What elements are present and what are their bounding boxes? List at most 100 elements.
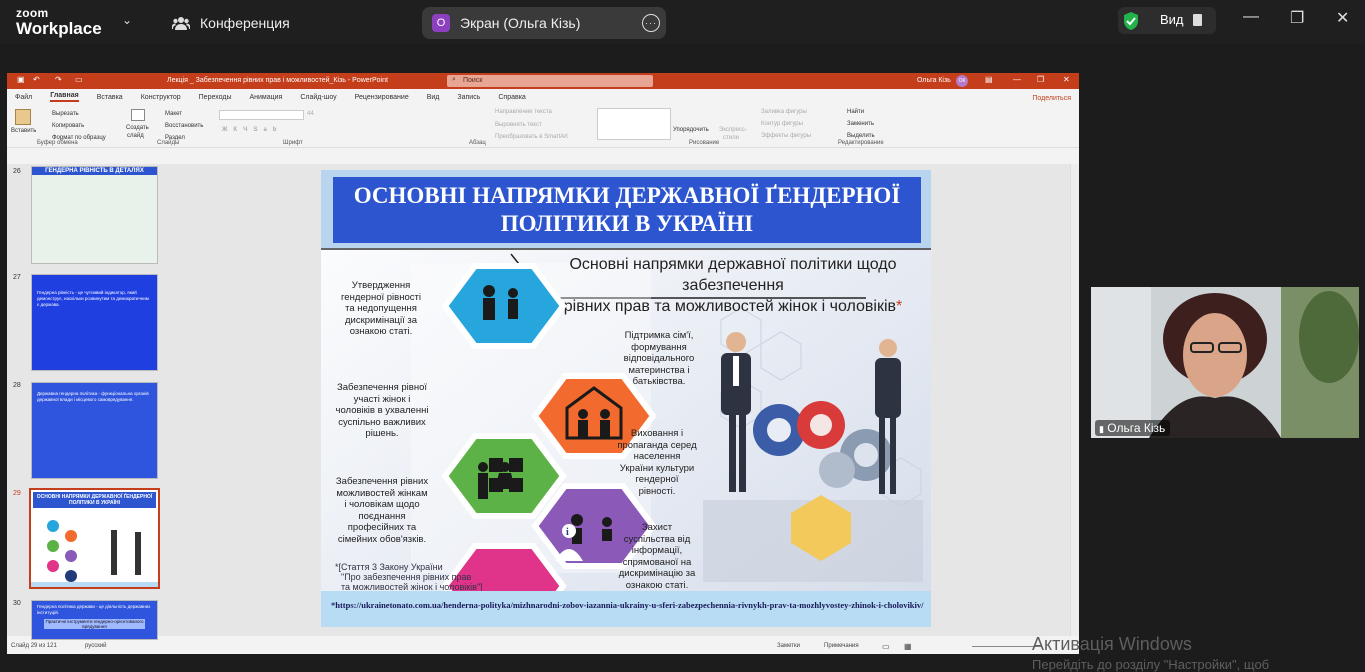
align-text-button[interactable]: Выровнять текст bbox=[495, 122, 542, 128]
user-name: Ольга Кізь bbox=[917, 77, 951, 84]
slide-thumbnail-29[interactable]: ОСНОВНІ НАПРЯМКИ ДЕРЖАВНОЇ ҐЕНДЕРНОЇ ПОЛ… bbox=[29, 488, 160, 589]
find-button[interactable]: Найти bbox=[847, 109, 864, 115]
thumb-30-text: Гендерна політика держави - це діяльніст… bbox=[37, 604, 151, 615]
smartart-button[interactable]: Преобразовать в SmartArt bbox=[495, 134, 568, 140]
slide-counter: Слайд 29 из 121 bbox=[11, 643, 57, 649]
thumb-29-title: ОСНОВНІ НАПРЯМКИ ДЕРЖАВНОЇ ҐЕНДЕРНОЇ ПОЛ… bbox=[33, 492, 156, 508]
slide-thumbnail-30[interactable]: Гендерна політика держави - це діяльніст… bbox=[31, 600, 158, 640]
copy-button[interactable]: Копировать bbox=[52, 123, 84, 129]
shape-outline-button[interactable]: Контур фигуры bbox=[761, 121, 803, 127]
express-styles-label-2[interactable]: стили bbox=[723, 135, 739, 141]
search-icon: ⌕ bbox=[452, 76, 456, 83]
slide-title-line1: ОСНОВНІ НАПРЯМКИ ДЕРЖАВНОЇ ҐЕНДЕРНОЇ bbox=[353, 183, 901, 208]
thumb-26-title: ГЕНДЕРНА РІВНІСТЬ В ДЕТАЛЯХ bbox=[32, 167, 157, 175]
tab-conference[interactable]: Конференция bbox=[162, 7, 412, 39]
font-name-box[interactable] bbox=[219, 110, 304, 120]
search-box[interactable]: ⌕ Поиск bbox=[447, 75, 653, 87]
person-pair-icon bbox=[478, 462, 515, 499]
view-switch-icon bbox=[1193, 14, 1202, 26]
close-icon[interactable]: ✕ bbox=[1336, 8, 1349, 28]
select-button[interactable]: Выделить bbox=[847, 133, 875, 139]
tab-view[interactable]: Вид bbox=[427, 94, 440, 101]
paste-button[interactable]: Вставить bbox=[11, 128, 36, 134]
layout-button[interactable]: Макет bbox=[165, 111, 182, 117]
tab-file[interactable]: Файл bbox=[15, 94, 32, 101]
undo-icon[interactable]: ↶ bbox=[33, 75, 40, 84]
comments-button[interactable]: Примечания bbox=[824, 643, 859, 649]
share-button[interactable]: Поделиться bbox=[1032, 95, 1071, 102]
item-6-label: Захист суспільства від інформації, спрям… bbox=[618, 522, 696, 591]
thumb-29-preview bbox=[31, 520, 158, 587]
vertical-scrollbar[interactable] bbox=[1070, 164, 1079, 636]
search-placeholder: Поиск bbox=[463, 77, 483, 84]
ribbon-display-icon[interactable]: ▤ bbox=[985, 75, 993, 84]
thumb-number: 29 bbox=[13, 490, 21, 497]
more-options-icon[interactable]: ··· bbox=[642, 14, 660, 32]
slide-thumbnails-pane[interactable]: 26 ГЕНДЕРНА РІВНІСТЬ В ДЕТАЛЯХ 27 Гендер… bbox=[7, 164, 183, 640]
tab-record[interactable]: Запись bbox=[457, 94, 480, 101]
slideshow-icon[interactable]: ▭ bbox=[75, 75, 83, 84]
tab-slideshow[interactable]: Слайд-шоу bbox=[300, 94, 336, 101]
sorter-view-icon[interactable]: ▦ bbox=[904, 642, 912, 651]
tab-review[interactable]: Рецензирование bbox=[355, 94, 409, 101]
minimize-icon[interactable]: — bbox=[1243, 8, 1259, 26]
replace-button[interactable]: Заменить bbox=[847, 121, 874, 127]
notes-button[interactable]: Заметки bbox=[777, 643, 800, 649]
item-4-label: Виховання і пропаганда серед населення У… bbox=[617, 428, 697, 497]
user-avatar[interactable]: ОК bbox=[956, 75, 968, 87]
chevron-down-icon[interactable]: ⌄ bbox=[122, 13, 132, 27]
item-3-label: Забезпечення рівної участі жінок і чолов… bbox=[335, 382, 429, 439]
paste-icon[interactable] bbox=[15, 109, 31, 125]
tab-transitions[interactable]: Переходы bbox=[199, 94, 232, 101]
item-5-label: Забезпечення рівних можливостей жінкам і… bbox=[335, 476, 429, 545]
info-person-icon: i bbox=[555, 524, 583, 561]
activation-title: Активація Windows bbox=[1032, 634, 1192, 654]
tab-animations[interactable]: Анимация bbox=[249, 94, 282, 101]
new-slide-label-2[interactable]: слайд bbox=[127, 133, 144, 139]
ppt-close-icon[interactable]: ✕ bbox=[1063, 75, 1070, 84]
redo-icon[interactable]: ↷ bbox=[55, 75, 62, 84]
shapes-gallery-icon[interactable] bbox=[597, 108, 671, 140]
tab-help[interactable]: Справка bbox=[498, 94, 525, 101]
arrange-button[interactable]: Упорядочить bbox=[673, 127, 709, 133]
shield-icon bbox=[1122, 11, 1140, 34]
people-icon bbox=[172, 14, 190, 32]
slide-thumbnail-27[interactable]: Гендерна рівність - це чутливий індикато… bbox=[31, 274, 158, 371]
normal-view-icon[interactable]: ▭ bbox=[882, 642, 890, 651]
ppt-minimize-icon[interactable]: — bbox=[1013, 75, 1021, 84]
tab-design[interactable]: Конструктор bbox=[141, 94, 181, 101]
signal-icon: ▮ bbox=[1099, 424, 1104, 434]
tab-screen-share[interactable]: О Экран (Ольга Кізь) ··· bbox=[422, 7, 666, 39]
express-styles-label-1[interactable]: Экспресс- bbox=[719, 127, 747, 133]
view-button[interactable]: Вид bbox=[1118, 7, 1216, 34]
shape-effects-button[interactable]: Эффекты фигуры bbox=[761, 133, 811, 139]
new-slide-label-1[interactable]: Создать bbox=[126, 125, 149, 131]
slide-footnote-link[interactable]: *https://ukrainetonato.com.ua/henderna-p… bbox=[321, 591, 931, 627]
zoom-logo: zoom Workplace bbox=[16, 7, 102, 37]
language-indicator[interactable]: русский bbox=[85, 643, 107, 649]
tab-home[interactable]: Главная bbox=[50, 92, 79, 102]
thumb-number: 26 bbox=[13, 168, 21, 175]
new-slide-icon[interactable] bbox=[131, 109, 145, 121]
screen-avatar-icon: О bbox=[432, 14, 450, 32]
item-1-label: Утвердження гендерної рівності та недопу… bbox=[341, 280, 421, 337]
font-size-box[interactable]: 44 bbox=[307, 111, 314, 117]
participant-video[interactable]: ▮ Ольга Кізь bbox=[1091, 287, 1359, 438]
save-icon[interactable]: ▣ bbox=[17, 75, 25, 84]
zoom-top-bar: zoom Workplace ⌄ Конференция О Экран (Ол… bbox=[0, 0, 1365, 44]
slide-thumbnail-26[interactable]: ГЕНДЕРНА РІВНІСТЬ В ДЕТАЛЯХ bbox=[31, 166, 158, 264]
shape-fill-button[interactable]: Заливка фигуры bbox=[761, 109, 807, 115]
cut-button[interactable]: Вырезать bbox=[52, 111, 79, 117]
law-line2: "Про забезпечення рівних прав bbox=[341, 572, 472, 582]
reset-button[interactable]: Восстановить bbox=[165, 123, 203, 129]
text-direction-button[interactable]: Направление текста bbox=[495, 109, 552, 115]
current-slide[interactable]: ОСНОВНІ НАПРЯМКИ ДЕРЖАВНОЇ ҐЕНДЕРНОЇ ПОЛ… bbox=[321, 170, 931, 627]
slide-thumbnail-28[interactable]: Державна гендерна політика - функціональ… bbox=[31, 382, 158, 479]
restore-icon[interactable]: ❐ bbox=[1290, 8, 1304, 28]
tab-insert[interactable]: Вставка bbox=[97, 94, 123, 101]
font-format-buttons[interactable]: ЖКЧSab bbox=[222, 127, 282, 133]
ppt-restore-icon[interactable]: ❐ bbox=[1037, 75, 1044, 84]
slide-editing-area[interactable]: ОСНОВНІ НАПРЯМКИ ДЕРЖАВНОЇ ҐЕНДЕРНОЇ ПОЛ… bbox=[183, 164, 1079, 636]
law-reference: *[Стаття 3 Закону України "Про забезпече… bbox=[335, 562, 483, 592]
ribbon-tabs: Файл Главная Вставка Конструктор Переход… bbox=[7, 89, 1079, 105]
